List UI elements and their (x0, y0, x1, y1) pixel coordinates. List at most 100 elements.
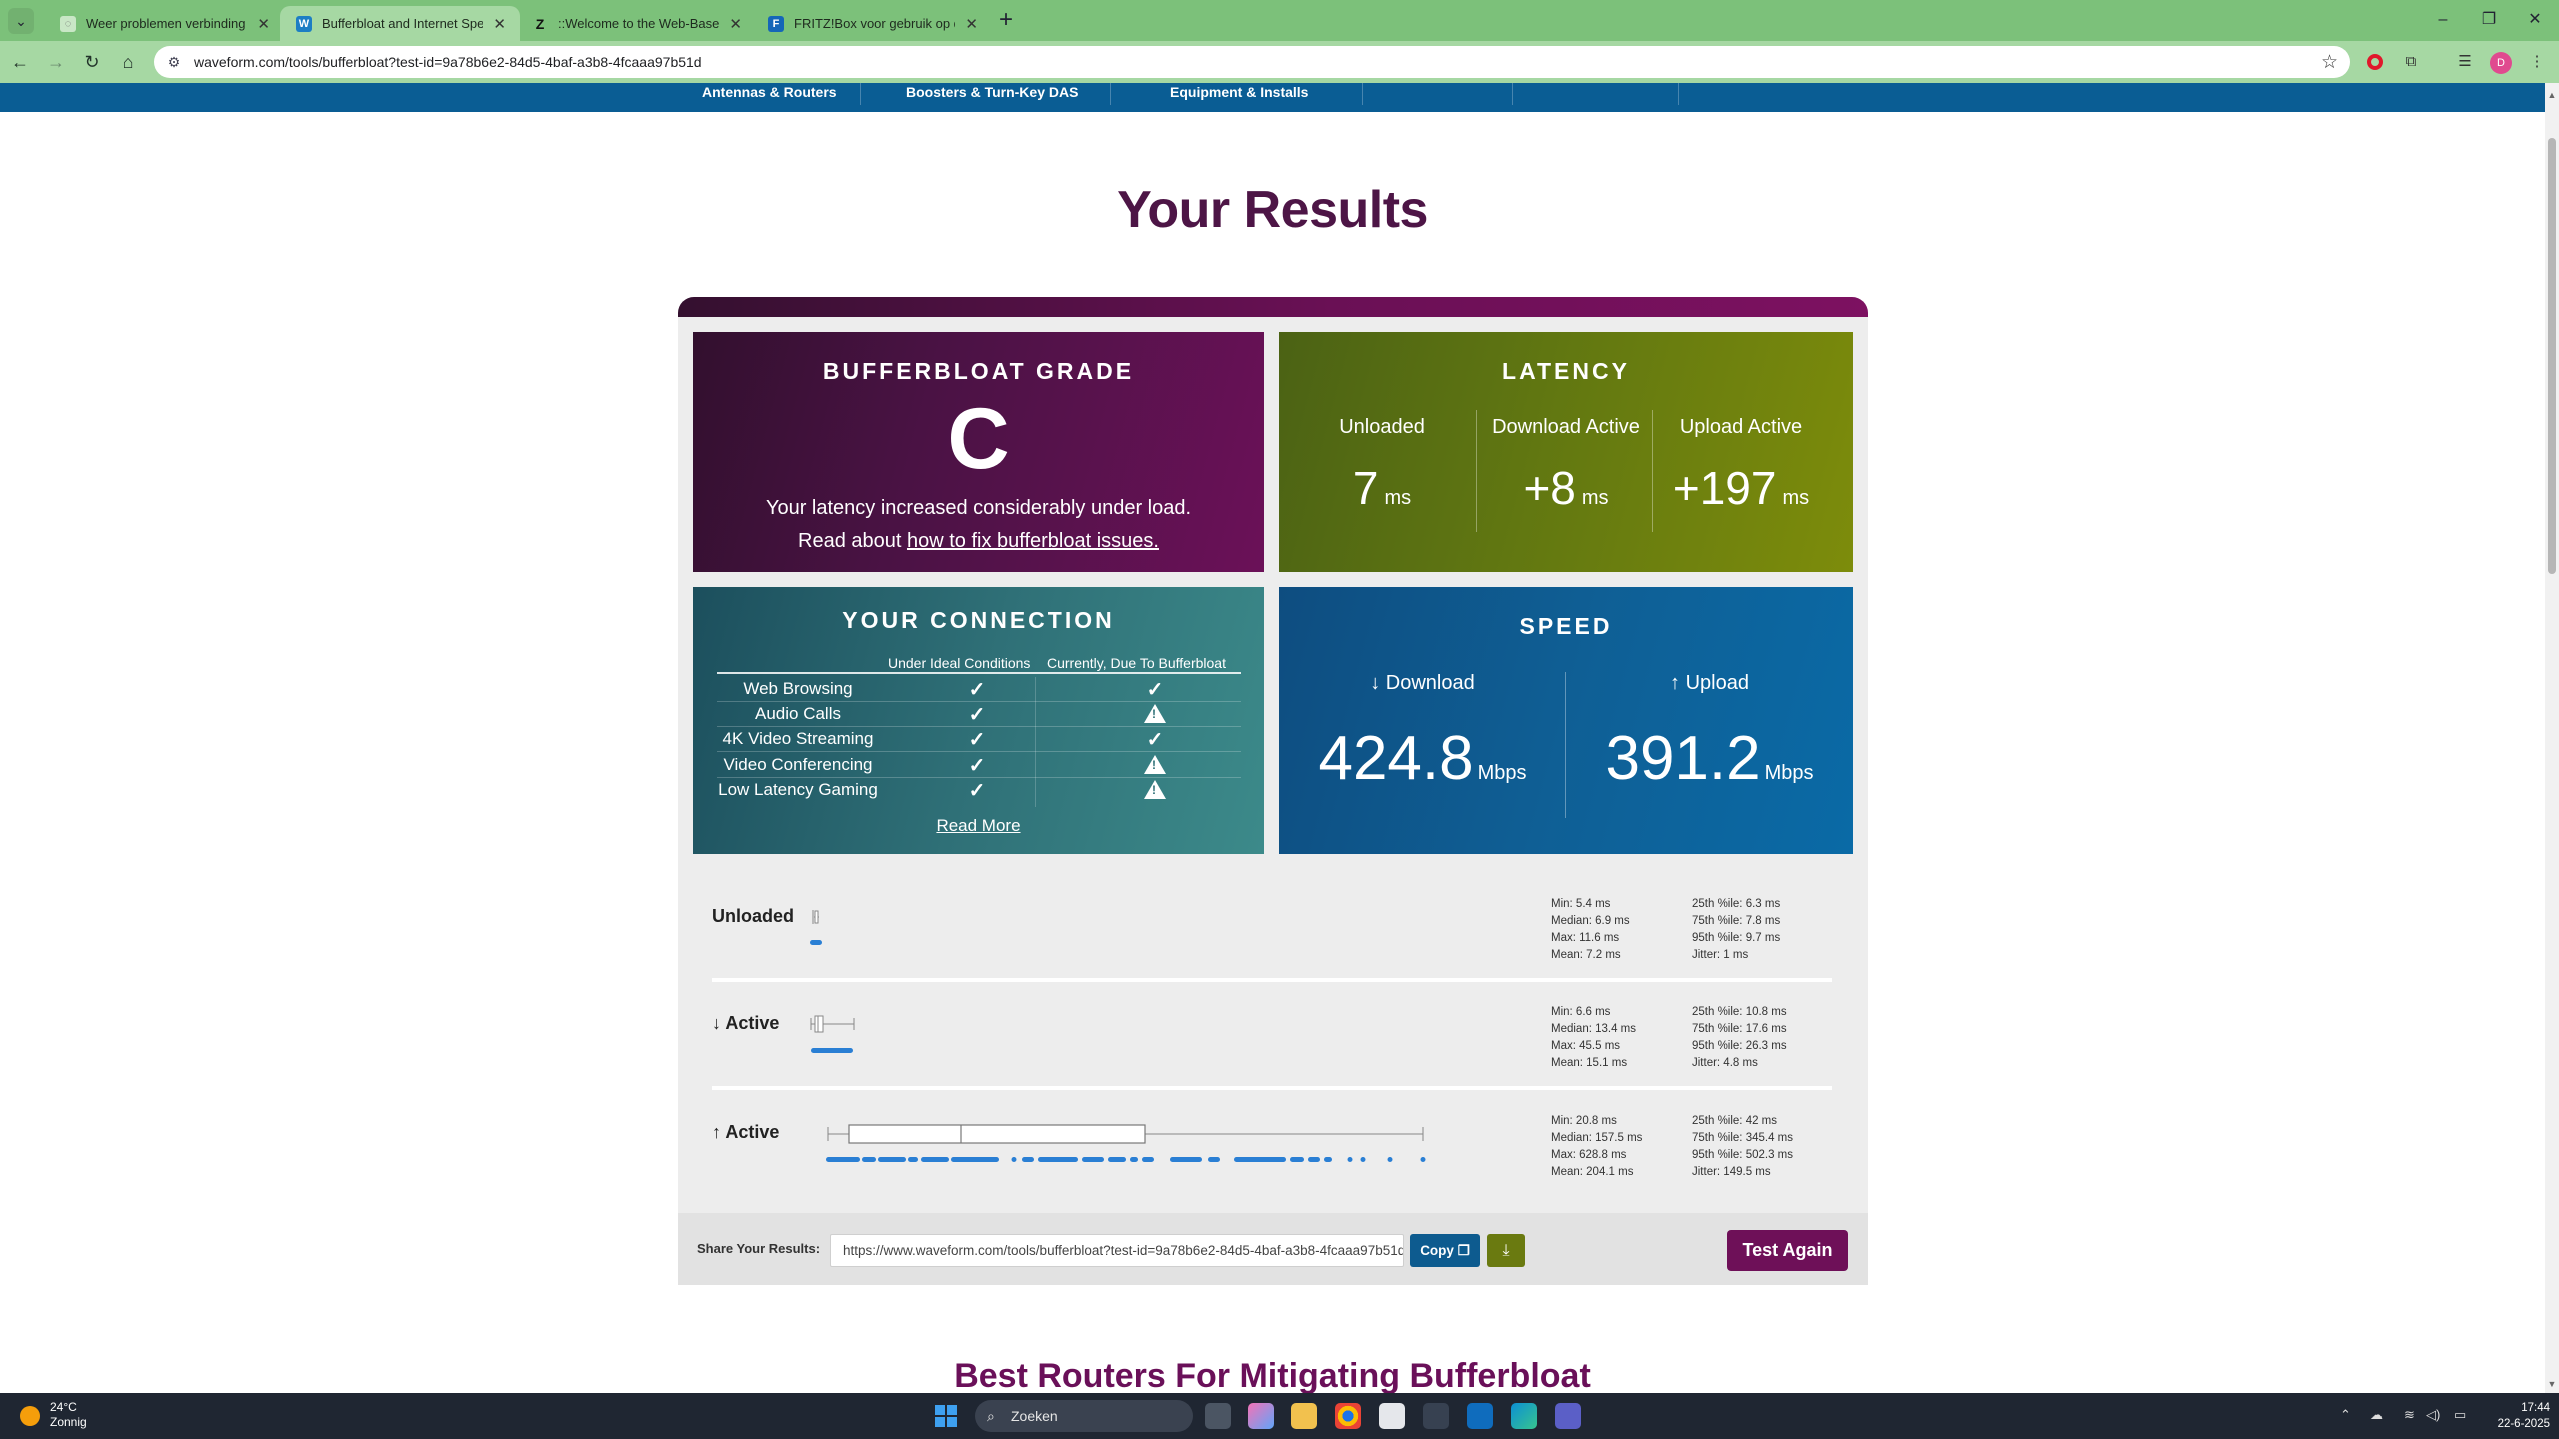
grade-heading: BUFFERBLOAT GRADE (822, 358, 1135, 384)
close-tab-icon[interactable]: ✕ (493, 15, 506, 33)
address-bar[interactable]: ⚙ waveform.com/tools/bufferbloat?test-id… (154, 46, 2350, 78)
check-icon: ✓ (968, 679, 986, 701)
download-icon: ⤓ (1502, 1242, 1510, 1259)
speed-heading: SPEED (1519, 613, 1613, 639)
scroll-up-icon[interactable]: ▲ (2545, 88, 2559, 102)
conn-row-video-conferencing: Video Conferencing ✓ (717, 753, 1241, 778)
latency-heading: LATENCY (1502, 358, 1630, 384)
nav-equipment-installs[interactable]: Equipment & Installs (1170, 83, 1308, 112)
tab-search-chevron-icon[interactable]: ⌄ (8, 8, 34, 34)
zyxel-favicon-icon: Z (535, 15, 545, 32)
fritz-favicon-icon: F (768, 15, 784, 32)
minimize-icon[interactable]: – (2420, 6, 2466, 34)
nav-boosters-das[interactable]: Boosters & Turn-Key DAS (906, 83, 1078, 112)
connection-card: YOUR CONNECTION Under Ideal Conditions C… (693, 587, 1264, 854)
system-clock[interactable]: 17:44 22-6-2025 (2490, 1400, 2550, 1432)
upload-active-boxplot (826, 1124, 1426, 1162)
page-title: Your Results (1117, 181, 1428, 239)
sample-dots (810, 940, 822, 945)
check-icon: ✓ (1146, 729, 1164, 751)
download-active-stats-right: 25th %ile: 10.8 ms 75th %ile: 17.6 ms 95… (1692, 1006, 1787, 1069)
sample-dots (811, 1048, 853, 1053)
unloaded-stats-right: 25th %ile: 6.3 ms 75th %ile: 7.8 ms 95th… (1692, 898, 1781, 961)
restore-icon[interactable]: ❐ (2466, 6, 2512, 34)
latency-download-active: Download Active +8 ms (1492, 416, 1640, 514)
reading-list-icon[interactable]: ☰ (2452, 50, 2478, 74)
dist-label-download-active: ↓ Active (712, 1013, 780, 1033)
battery-icon[interactable]: ▭ (2454, 1407, 2466, 1423)
taskbar-search[interactable]: ⌕ Zoeken (975, 1400, 1193, 1432)
download-active-stats-left: Min: 6.6 ms Median: 13.4 ms Max: 45.5 ms… (1551, 1006, 1637, 1069)
browser-tab-4[interactable]: F FRITZ!Box voor gebruik op de g ✕ (752, 6, 992, 41)
browser-tab-3[interactable]: Z ::Welcome to the Web-Based C ✕ (516, 6, 756, 41)
extensions-puzzle-icon[interactable]: ⧉ (2398, 50, 2424, 74)
conn-row-low-latency-gaming: Low Latency Gaming ✓ (717, 778, 1241, 803)
edge-icon[interactable] (1511, 1403, 1537, 1429)
test-again-button[interactable]: Test Again (1727, 1230, 1848, 1271)
warning-icon (1135, 778, 1175, 803)
chrome-icon[interactable] (1335, 1403, 1361, 1429)
browser-menu-icon[interactable]: ⋮ (2524, 50, 2550, 74)
read-more-link[interactable]: Read More (693, 816, 1264, 836)
copilot-icon[interactable] (1248, 1403, 1274, 1429)
fix-bufferbloat-link[interactable]: how to fix bufferbloat issues. (907, 530, 1159, 552)
teams-icon[interactable] (1555, 1403, 1581, 1429)
download-button[interactable]: ⤓ (1487, 1234, 1525, 1267)
volume-icon[interactable]: ◁) (2426, 1407, 2440, 1423)
file-explorer-icon[interactable] (1291, 1403, 1317, 1429)
sun-icon[interactable] (20, 1406, 40, 1426)
speed-download: ↓ Download 424.8 Mbps (1318, 672, 1527, 793)
warning-icon (1135, 753, 1175, 778)
conn-row-web-browsing: Web Browsing ✓ ✓ (717, 677, 1241, 702)
weather-widget[interactable]: 24°C Zonnig (50, 1400, 87, 1430)
forward-arrow-icon[interactable]: → (42, 49, 70, 75)
dist-label-upload-active: ↑ Active (712, 1122, 780, 1142)
profile-avatar[interactable]: D (2488, 50, 2514, 74)
windows-start-icon[interactable] (935, 1405, 957, 1427)
address-url[interactable]: waveform.com/tools/bufferbloat?test-id=9… (194, 46, 702, 78)
task-view-icon[interactable] (1205, 1403, 1231, 1429)
copy-button[interactable]: Copy ❐ (1410, 1234, 1480, 1267)
browser-tab-strip: ⌄ ◌ Weer problemen verbinding (P ✕ W Buf… (0, 0, 2559, 41)
download-active-boxplot (810, 1015, 855, 1053)
windows-taskbar: 24°C Zonnig ⌕ Zoeken ⌃ ☁ ≋ ◁) ▭ 17:44 22… (0, 1393, 2559, 1439)
grade-letter: C (947, 391, 1010, 487)
app-icon[interactable] (1423, 1403, 1449, 1429)
upload-active-stats-right: 25th %ile: 42 ms 75th %ile: 345.4 ms 95t… (1692, 1115, 1794, 1178)
wifi-icon[interactable]: ≋ (2404, 1407, 2415, 1423)
col-ideal-header: Under Ideal Conditions (888, 655, 1031, 671)
latency-upload-active: Upload Active +197 ms (1672, 416, 1810, 514)
reload-icon[interactable]: ↻ (78, 49, 106, 75)
check-icon: ✓ (968, 704, 986, 726)
close-window-icon[interactable]: ✕ (2512, 6, 2558, 34)
grade-description: Your latency increased considerably unde… (765, 497, 1192, 552)
browser-toolbar: ← → ↻ ⌂ ⚙ waveform.com/tools/bufferbloat… (0, 41, 2559, 83)
unloaded-stats-left: Min: 5.4 ms Median: 6.9 ms Max: 11.6 ms … (1551, 898, 1630, 961)
close-tab-icon[interactable]: ✕ (965, 15, 978, 33)
upload-active-stats-left: Min: 20.8 ms Median: 157.5 ms Max: 628.8… (1551, 1115, 1643, 1178)
close-tab-icon[interactable]: ✕ (257, 15, 270, 33)
waveform-favicon-icon: W (296, 15, 312, 32)
browser-tab-1[interactable]: ◌ Weer problemen verbinding (P ✕ (44, 6, 284, 41)
back-arrow-icon[interactable]: ← (6, 49, 34, 75)
store-icon[interactable] (1379, 1403, 1405, 1429)
box (848, 1124, 1146, 1144)
opera-extension-icon[interactable] (2362, 50, 2388, 74)
share-url-input[interactable]: https://www.waveform.com/tools/bufferblo… (830, 1234, 1404, 1267)
home-icon[interactable]: ⌂ (114, 49, 142, 75)
onedrive-cloud-icon[interactable]: ☁ (2370, 1407, 2383, 1423)
box (814, 1015, 824, 1033)
warning-icon (1135, 702, 1175, 727)
scroll-down-icon[interactable]: ▼ (2545, 1377, 2559, 1391)
best-routers-heading: Best Routers For Mitigating Bufferbloat (954, 1357, 1591, 1395)
bookmark-star-icon[interactable]: ☆ (2321, 51, 2338, 74)
tray-chevron-up-icon[interactable]: ⌃ (2340, 1407, 2351, 1423)
col-current-header: Currently, Due To Bufferbloat (1047, 655, 1226, 671)
site-info-icon[interactable]: ⚙ (164, 52, 184, 72)
close-tab-icon[interactable]: ✕ (729, 15, 742, 33)
nav-antennas-routers[interactable]: Antennas & Routers (702, 83, 837, 112)
browser-tab-2[interactable]: W Bufferbloat and Internet Speed ✕ (280, 6, 520, 41)
scrollbar-thumb[interactable] (2548, 138, 2556, 574)
outlook-icon[interactable] (1467, 1403, 1493, 1429)
new-tab-plus-icon[interactable]: + (994, 6, 1018, 34)
